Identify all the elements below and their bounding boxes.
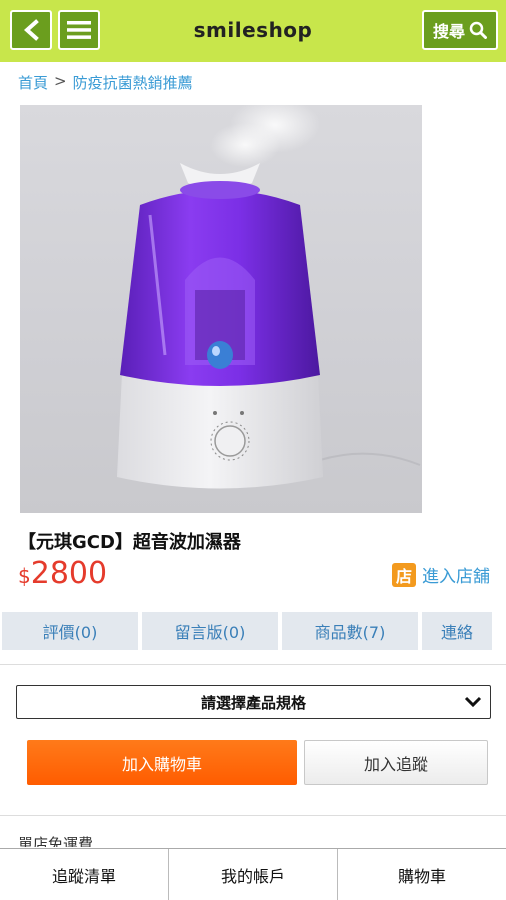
nav-tracking-list[interactable]: 追蹤清單	[0, 849, 169, 900]
search-button-label: 搜尋	[432, 22, 465, 41]
product-price: $ 2800	[18, 556, 107, 591]
price-value: 2800	[30, 556, 108, 591]
product-image[interactable]	[20, 105, 422, 513]
divider	[0, 664, 506, 665]
search-button[interactable]: 搜尋	[422, 10, 498, 50]
tab-contact[interactable]: 連絡	[422, 612, 492, 650]
search-icon	[469, 21, 487, 39]
nav-my-account[interactable]: 我的帳戶	[169, 849, 338, 900]
add-to-cart-button[interactable]: 加入購物車	[27, 740, 297, 785]
price-currency: $	[18, 564, 31, 588]
breadcrumb-category-link[interactable]: 防疫抗菌熱銷推薦	[73, 72, 193, 93]
product-spec-select[interactable]: 請選擇產品規格	[16, 685, 491, 719]
product-tabs: 評價(0) 留言版(0) 商品數(7) 連絡	[0, 612, 506, 650]
store-icon: 店	[392, 562, 416, 587]
breadcrumb-home-link[interactable]: 首頁	[18, 72, 48, 93]
tab-reviews[interactable]: 評價(0)	[2, 612, 138, 650]
humidifier-illustration	[117, 105, 421, 489]
product-name: 【元琪GCD】超音波加濕器	[18, 532, 241, 553]
spec-select-value: 請選擇產品規格	[200, 693, 306, 712]
nav-shopping-cart[interactable]: 購物車	[338, 849, 506, 900]
tab-message-board[interactable]: 留言版(0)	[142, 612, 278, 650]
add-to-tracking-button[interactable]: 加入追蹤	[304, 740, 488, 785]
breadcrumb-separator: >	[54, 72, 67, 90]
free-shipping-section-heading: 單店免運費	[18, 835, 94, 847]
breadcrumb: 首頁 > 防疫抗菌熱銷推薦	[18, 72, 193, 93]
enter-store-label: 進入店舖	[422, 567, 490, 587]
tab-product-count[interactable]: 商品數(7)	[282, 612, 418, 650]
bottom-nav: 追蹤清單 我的帳戶 購物車	[0, 848, 506, 900]
chevron-down-icon	[464, 696, 482, 708]
top-header: smileshop 搜尋	[0, 0, 506, 62]
enter-store-link[interactable]: 店 進入店舖	[392, 562, 490, 587]
divider	[0, 815, 506, 816]
